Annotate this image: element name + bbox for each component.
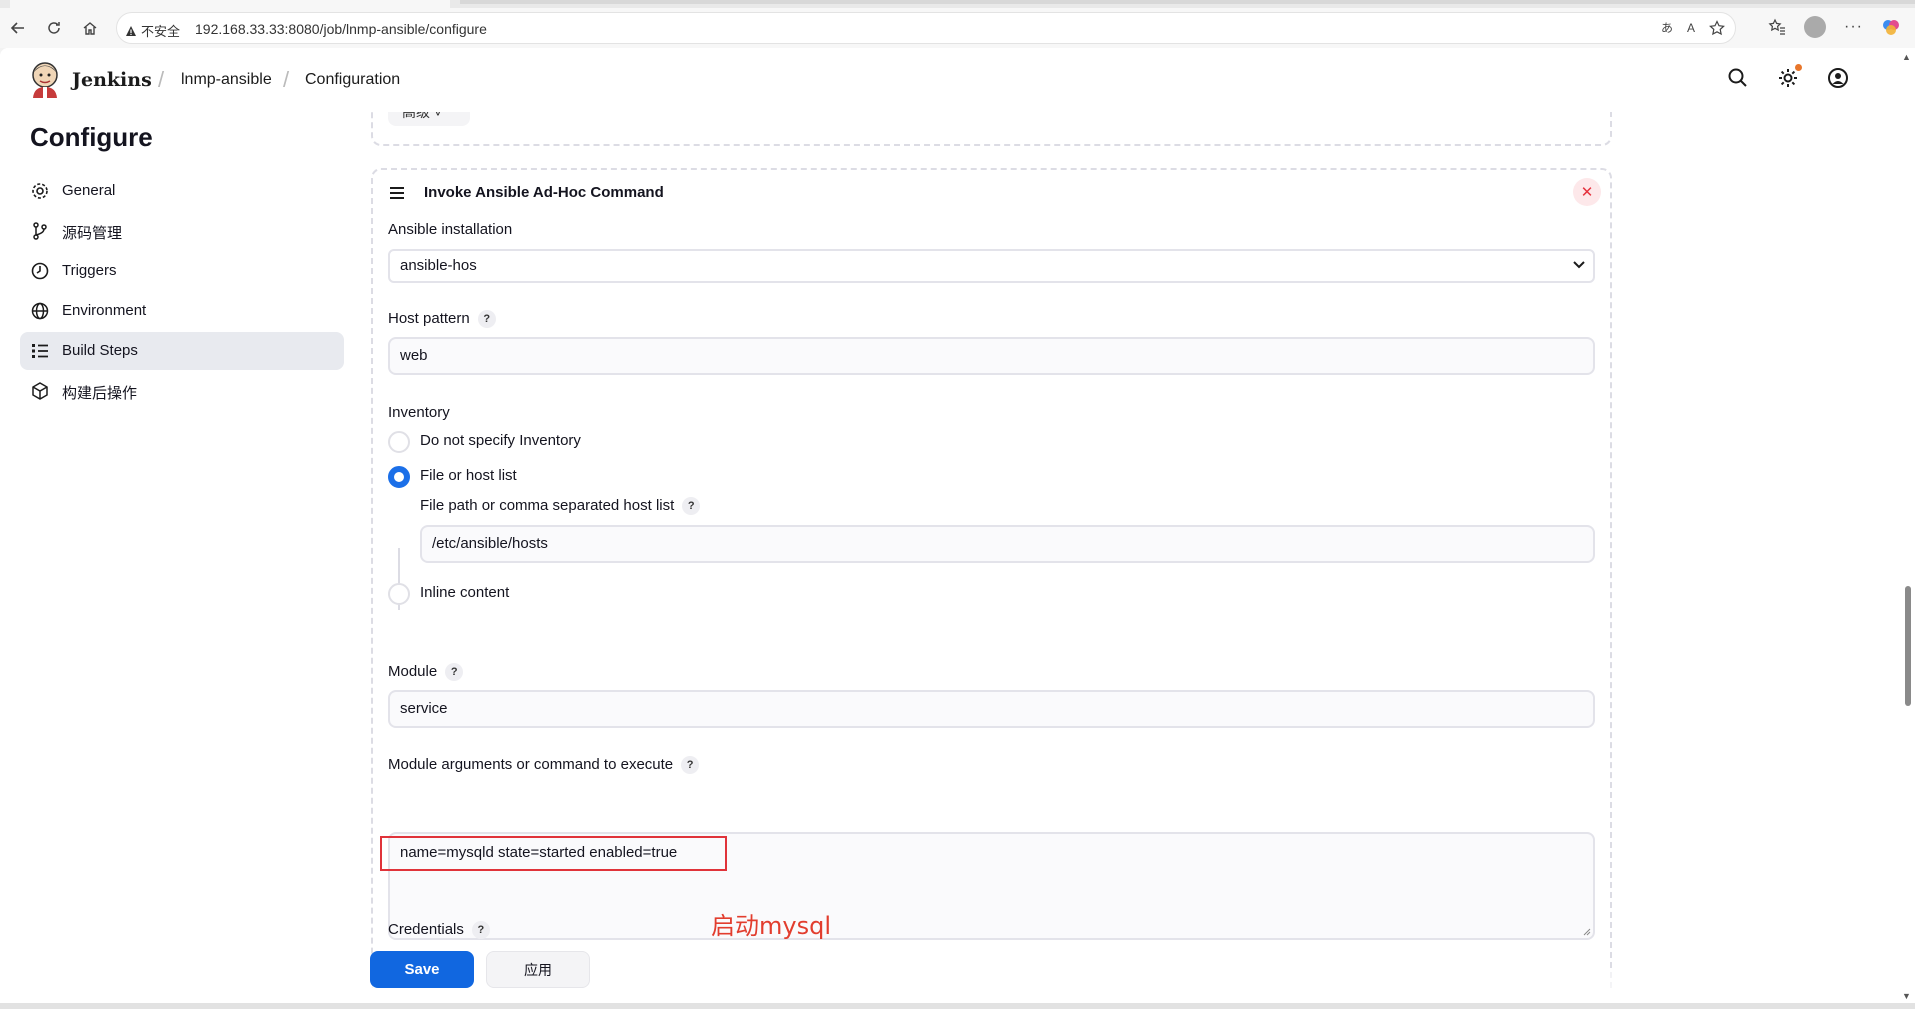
radio-no-inventory[interactable]	[388, 431, 410, 453]
jenkins-page: Jenkins / lnmp-ansible / Configuration C…	[0, 48, 1898, 1003]
sidebar-item-label: Triggers	[62, 262, 117, 279]
sidebar-item-label: Build Steps	[62, 342, 138, 359]
profile-avatar[interactable]	[1804, 16, 1827, 38]
url-text[interactable]: 192.168.33.33:8080/job/lnmp-ansible/conf…	[195, 21, 487, 37]
security-warning-label: 不安全	[141, 24, 181, 39]
save-button[interactable]: Save	[370, 951, 474, 988]
sidebar-item-build-steps[interactable]: Build Steps	[20, 332, 344, 370]
bottom-action-bar	[0, 970, 1898, 1003]
sidebar-item-label: 构建后操作	[62, 385, 138, 402]
address-bar[interactable]: 不安全 192.168.33.33:8080/job/lnmp-ansible/…	[116, 12, 1736, 44]
annotation-highlight-box	[380, 836, 727, 871]
page-title: Configure	[30, 122, 153, 152]
vertical-scrollbar[interactable]: ▲ ▼	[1898, 48, 1915, 1003]
sidebar-item-source-code[interactable]: 源码管理	[20, 212, 344, 250]
host-pattern-label: Host pattern?	[388, 310, 496, 328]
help-icon[interactable]: ?	[477, 310, 496, 328]
annotation-text: 启动mysql	[711, 912, 831, 940]
sidebar-item-environment[interactable]: Environment	[20, 292, 344, 330]
inventory-label: Inventory	[388, 404, 450, 421]
module-input[interactable]: service	[388, 690, 1595, 728]
ansible-installation-value: ansible-hos	[400, 257, 477, 274]
favorites-icon[interactable]	[1768, 18, 1786, 36]
module-args-label-text: Module arguments or command to execute	[388, 756, 674, 773]
sidebar-item-triggers[interactable]: Triggers	[20, 252, 344, 290]
back-arrow-icon[interactable]	[6, 16, 30, 40]
jenkins-brand[interactable]: Jenkins	[72, 69, 152, 91]
cube-icon	[32, 382, 48, 400]
credentials-label-text: Credentials	[388, 921, 464, 938]
sidebar-item-label: Environment	[62, 302, 147, 319]
more-menu-icon[interactable]: ···	[1844, 18, 1863, 36]
help-icon[interactable]: ?	[682, 497, 701, 515]
translate-icon[interactable]: あ	[1661, 19, 1673, 36]
help-icon[interactable]: ?	[471, 921, 490, 939]
browser-tab-strip-background	[460, 0, 1915, 4]
breadcrumb-configuration[interactable]: Configuration	[305, 71, 400, 89]
sidebar-item-general[interactable]: General	[20, 172, 344, 210]
jenkins-header: Jenkins / lnmp-ansible / Configuration	[0, 48, 1898, 112]
host-pattern-input[interactable]: web	[388, 337, 1595, 375]
clock-icon	[31, 262, 49, 280]
sidebar-item-label: 源码管理	[62, 225, 123, 242]
module-args-label: Module arguments or command to execute?	[388, 756, 700, 774]
home-icon[interactable]	[78, 16, 102, 40]
sidebar-item-post-build[interactable]: 构建后操作	[20, 372, 344, 410]
radio-file-host-list-label[interactable]: File or host list	[420, 467, 517, 484]
file-path-label: File path or comma separated host list?	[420, 497, 701, 515]
gear-icon	[32, 183, 48, 199]
apply-button[interactable]: 应用	[486, 951, 590, 988]
copilot-icon[interactable]	[1881, 17, 1901, 37]
delete-step-button[interactable]: ✕	[1573, 178, 1601, 206]
radio-no-inventory-label[interactable]: Do not specify Inventory	[420, 432, 581, 449]
help-icon[interactable]: ?	[681, 756, 700, 774]
notification-dot	[1795, 64, 1802, 71]
globe-icon	[31, 302, 49, 320]
branch-icon	[33, 222, 47, 240]
sidebar-item-label: General	[62, 182, 116, 199]
jenkins-logo-icon[interactable]	[28, 60, 62, 98]
resize-grip-icon[interactable]	[1581, 926, 1591, 936]
window-bottom-edge	[0, 1003, 1915, 1009]
radio-inline-content-label[interactable]: Inline content	[420, 584, 509, 601]
manage-jenkins-button[interactable]	[1776, 64, 1802, 90]
close-icon: ✕	[1580, 184, 1594, 201]
chevron-down-icon	[1573, 261, 1585, 269]
breadcrumb-job[interactable]: lnmp-ansible	[181, 71, 272, 89]
radio-file-host-list[interactable]	[388, 466, 410, 488]
module-label: Module?	[388, 663, 464, 681]
scrollbar-thumb[interactable]	[1905, 586, 1911, 706]
ansible-installation-label: Ansible installation	[388, 221, 513, 238]
help-icon[interactable]: ?	[445, 663, 464, 681]
list-icon	[32, 344, 48, 358]
ansible-installation-select[interactable]: ansible-hos	[388, 249, 1595, 283]
breadcrumb-separator: /	[158, 67, 165, 92]
card-title: Invoke Ansible Ad-Hoc Command	[424, 184, 664, 201]
warning-triangle-icon	[126, 25, 136, 36]
search-icon[interactable]	[1726, 66, 1750, 90]
read-aloud-icon[interactable]: A	[1687, 21, 1695, 35]
host-pattern-label-text: Host pattern	[388, 310, 470, 327]
scroll-down-icon[interactable]: ▼	[1902, 991, 1911, 1001]
reload-icon[interactable]	[42, 16, 66, 40]
credentials-label: Credentials?	[388, 921, 490, 939]
user-account-icon[interactable]	[1826, 66, 1850, 90]
module-label-text: Module	[388, 663, 438, 680]
browser-toolbar: 不安全 192.168.33.33:8080/job/lnmp-ansible/…	[0, 8, 1915, 48]
breadcrumb-separator: /	[283, 67, 290, 92]
scroll-up-icon[interactable]: ▲	[1902, 52, 1911, 62]
drag-handle-icon[interactable]	[389, 186, 405, 200]
file-path-label-text: File path or comma separated host list	[420, 497, 675, 514]
favorite-star-icon[interactable]	[1709, 19, 1725, 36]
security-warning[interactable]: 不安全	[125, 21, 180, 40]
file-path-input[interactable]: /etc/ansible/hosts	[420, 525, 1595, 563]
browser-tab-strip	[0, 0, 1915, 8]
browser-tab-active[interactable]	[10, 0, 450, 8]
radio-inline-content[interactable]	[388, 583, 410, 605]
